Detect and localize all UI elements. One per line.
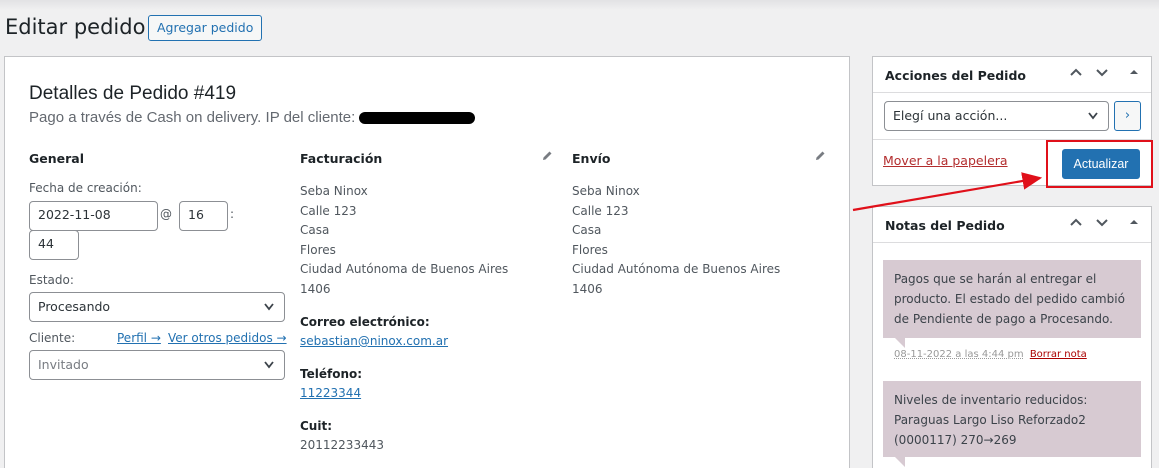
highlight-box [1046,140,1153,188]
collapse-triangle-icon[interactable] [1129,215,1139,233]
move-down-icon[interactable] [1095,65,1109,83]
email-link[interactable]: sebastian@ninox.com.ar [300,334,448,348]
customer-profile-link[interactable]: Perfil → [117,331,161,345]
at-sign: @ [160,207,172,221]
shipping-column: Envío [572,151,610,166]
shipping-address-line: 1406 [572,281,603,296]
status-select[interactable]: Procesando [29,292,285,322]
note-meta: 08-11-2022 a las 4:44 pm Borrar nota [894,349,1087,360]
customer-label: Cliente: [29,331,76,345]
payment-ip-text: Pago a través de Cash on delivery. IP de… [29,109,356,126]
shipping-address-line: Ciudad Autónoma de Buenos Aires [572,262,781,276]
date-field[interactable]: 2022-11-08 [29,201,158,231]
order-action-placeholder: Elegí una acción... [893,108,1008,123]
general-title: General [29,151,84,166]
order-subheading: Pago a través de Cash on delivery. IP de… [29,109,476,126]
page-title: Editar pedido [5,15,146,39]
order-action-select[interactable]: Elegí una acción... [884,101,1109,131]
shipping-address-line: Casa [572,223,602,237]
delete-note-link[interactable]: Borrar nota [1030,349,1087,360]
billing-address-line: Flores [300,242,336,257]
order-details-panel: Detalles de Pedido #419 Pago a través de… [4,56,850,468]
move-up-icon[interactable] [1069,215,1083,233]
billing-column: Facturación [300,151,382,166]
hour-field[interactable]: 16 [179,201,228,231]
note-tail [895,457,905,467]
order-note: Pagos que se harán al entregar el produc… [883,260,1141,338]
chevron-down-icon [263,293,275,332]
note-date: 08-11-2022 a las 4:44 pm [894,349,1024,360]
customer-value: Invitado [38,357,89,372]
cuit-value: 20112233443 [300,438,384,452]
billing-title: Facturación [300,151,383,166]
billing-address-line: Seba Ninox [300,184,368,198]
status-value: Procesando [38,299,111,314]
move-to-trash-link[interactable]: Mover a la papelera [883,153,1008,168]
move-up-icon[interactable] [1069,65,1083,83]
time-colon: : [230,207,235,221]
order-notes-box: Notas del Pedido Pagos que se harán al e… [872,206,1152,468]
redacted-ip [359,112,476,125]
billing-address-line: 1406 [300,281,331,296]
cuit-label: Cuit: [300,419,332,433]
order-actions-title: Acciones del Pedido [885,68,1027,83]
order-actions-header: Acciones del Pedido [873,57,1151,93]
billing-address-line: Casa [300,223,330,237]
move-down-icon[interactable] [1095,215,1109,233]
shipping-address-line: Calle 123 [572,203,629,218]
order-heading: Detalles de Pedido #419 [29,83,237,104]
customer-select[interactable]: Invitado [29,350,285,380]
shipping-title: Envío [572,151,611,166]
shipping-address-line: Seba Ninox [572,184,640,198]
billing-address-line: Ciudad Autónoma de Buenos Aires [300,262,509,276]
date-label: Fecha de creación: [29,181,142,195]
order-notes-title: Notas del Pedido [885,218,1005,233]
chevron-down-icon [1087,102,1099,141]
general-column: General [29,151,289,166]
order-note: Niveles de inventario reducidos: Paragua… [883,381,1141,457]
admin-top-strip [0,0,1159,10]
shipping-address: Seba Ninox Calle 123 Casa Flores Ciudad … [572,182,780,299]
add-order-button[interactable]: Agregar pedido [148,15,263,41]
note-tail [895,338,905,348]
apply-action-button[interactable]: › [1114,101,1141,131]
email-label: Correo electrónico: [300,315,430,329]
collapse-triangle-icon[interactable] [1129,65,1139,83]
status-label: Estado: [29,273,74,287]
phone-label: Teléfono: [300,367,363,381]
chevron-down-icon [263,351,275,390]
edit-shipping-pencil-icon[interactable] [815,150,826,164]
billing-address-line: Calle 123 [300,203,357,218]
billing-address: Seba Ninox Calle 123 Casa Flores Ciudad … [300,182,508,299]
minute-field[interactable]: 44 [29,230,79,260]
phone-link[interactable]: 11223344 [300,386,361,400]
shipping-address-line: Flores [572,242,608,257]
order-notes-header: Notas del Pedido [873,207,1151,243]
other-orders-link[interactable]: Ver otros pedidos → [168,331,287,345]
edit-billing-pencil-icon[interactable] [542,150,553,164]
